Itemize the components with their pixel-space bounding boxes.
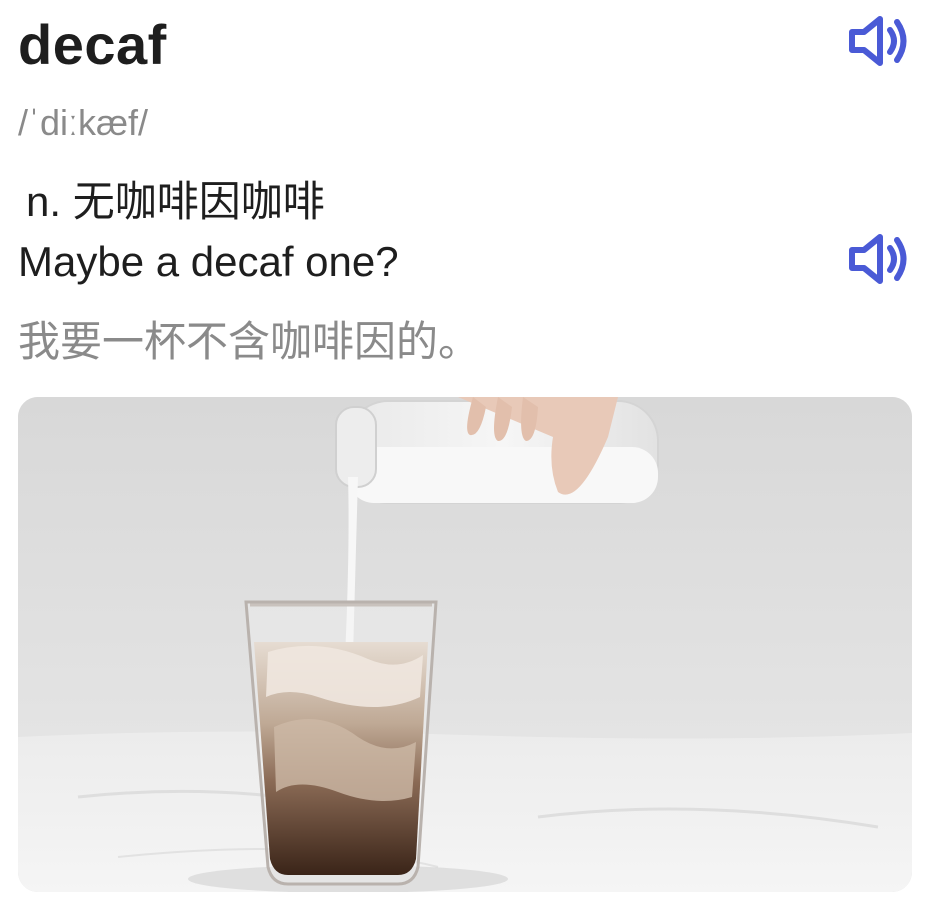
iced-coffee-photo — [18, 397, 912, 892]
phonetic-transcription: /ˈdiːkæf/ — [18, 102, 149, 143]
speaker-icon — [849, 234, 907, 284]
example-translation: 我要一杯不含咖啡因的。 — [18, 318, 481, 365]
word-audio-button[interactable] — [846, 14, 910, 68]
definition: n. 无咖啡因咖啡 — [26, 178, 325, 225]
headword: decaf — [18, 13, 167, 76]
speaker-icon — [849, 16, 907, 66]
illustration-image — [18, 397, 912, 892]
glass — [244, 600, 438, 886]
word-card: decaf /ˈdiːkæf/ n. 无咖啡因咖啡 Maybe a decaf … — [0, 0, 928, 912]
example-sentence: Maybe a decaf one? — [18, 238, 399, 285]
example-audio-button[interactable] — [846, 232, 910, 286]
